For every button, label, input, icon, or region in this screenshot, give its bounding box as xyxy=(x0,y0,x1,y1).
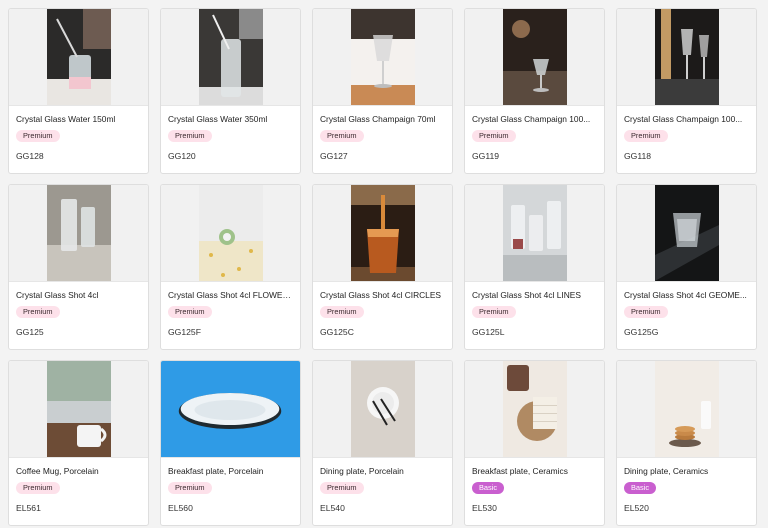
product-card[interactable]: Crystal Glass Champaign 70ml Premium GG1… xyxy=(312,8,453,174)
product-card[interactable]: Crystal Glass Shot 4cl CIRCLES Premium G… xyxy=(312,184,453,350)
product-title: Dining plate, Ceramics xyxy=(624,466,709,476)
product-title: Breakfast plate, Porcelain xyxy=(168,466,264,476)
product-card[interactable]: Dining plate, Ceramics Basic EL520 xyxy=(616,360,757,526)
product-image-area xyxy=(161,185,300,282)
product-sku: GG125 xyxy=(16,327,44,337)
product-sku: GG125F xyxy=(168,327,201,337)
product-title: Crystal Glass Shot 4cl GEOME... xyxy=(624,290,747,300)
plate-photo xyxy=(503,361,567,457)
product-title: Crystal Glass Shot 4cl FLOWERS xyxy=(168,290,293,300)
product-title: Crystal Glass Champaign 100... xyxy=(624,114,743,124)
champagne-glass-photo xyxy=(503,9,567,105)
product-image-area xyxy=(465,361,604,458)
product-sku: GG125L xyxy=(472,327,505,337)
product-sku: GG118 xyxy=(624,151,652,161)
product-card[interactable]: Crystal Glass Shot 4cl FLOWERS Premium G… xyxy=(160,184,301,350)
product-title: Crystal Glass Water 150ml xyxy=(16,114,116,124)
product-image-area xyxy=(161,9,300,106)
product-sku: EL520 xyxy=(624,503,649,513)
product-card[interactable]: Breakfast plate, Ceramics Basic EL530 xyxy=(464,360,605,526)
product-tier-badge: Premium xyxy=(168,130,212,142)
product-sku: GG125G xyxy=(624,327,659,337)
product-tier-badge: Basic xyxy=(624,482,657,494)
product-sku: EL561 xyxy=(16,503,41,513)
shot-glass-photo xyxy=(199,185,263,281)
product-tier-badge: Premium xyxy=(624,306,668,318)
coffee-mug-photo xyxy=(47,361,111,457)
champagne-glass-photo xyxy=(655,9,719,105)
product-title: Crystal Glass Champaign 70ml xyxy=(320,114,436,124)
product-tier-badge: Premium xyxy=(320,482,364,494)
product-sku: EL530 xyxy=(472,503,497,513)
product-image-area xyxy=(617,361,756,458)
shot-glass-photo xyxy=(655,185,719,281)
product-tier-badge: Premium xyxy=(320,306,364,318)
product-title: Coffee Mug, Porcelain xyxy=(16,466,99,476)
product-card[interactable]: Crystal Glass Champaign 100... Premium G… xyxy=(464,8,605,174)
product-card[interactable]: Crystal Glass Water 150ml Premium GG128 xyxy=(8,8,149,174)
product-image-area xyxy=(617,9,756,106)
product-title: Crystal Glass Shot 4cl LINES xyxy=(472,290,581,300)
product-sku: GG119 xyxy=(472,151,500,161)
product-tier-badge: Premium xyxy=(168,482,212,494)
product-image-area xyxy=(313,185,452,282)
product-title: Dining plate, Porcelain xyxy=(320,466,404,476)
product-image-area xyxy=(9,361,148,458)
product-title: Crystal Glass Shot 4cl xyxy=(16,290,99,300)
product-image-area xyxy=(465,185,604,282)
product-image-area xyxy=(617,185,756,282)
product-title: Crystal Glass Shot 4cl CIRCLES xyxy=(320,290,442,300)
product-tier-badge: Premium xyxy=(16,130,60,142)
product-tier-badge: Premium xyxy=(472,130,516,142)
glass-water-photo xyxy=(47,9,111,105)
product-grid: Crystal Glass Water 150ml Premium GG128 … xyxy=(0,0,768,528)
champagne-glass-photo xyxy=(351,9,415,105)
product-tier-badge: Premium xyxy=(472,306,516,318)
product-image-area xyxy=(161,361,300,458)
shot-glass-photo xyxy=(47,185,111,281)
product-sku: GG120 xyxy=(168,151,196,161)
product-sku: EL560 xyxy=(168,503,193,513)
product-title: Breakfast plate, Ceramics xyxy=(472,466,568,476)
product-image-area xyxy=(313,9,452,106)
product-card[interactable]: Crystal Glass Shot 4cl LINES Premium GG1… xyxy=(464,184,605,350)
product-image-area xyxy=(9,9,148,106)
glass-water-photo xyxy=(199,9,263,105)
product-tier-badge: Premium xyxy=(320,130,364,142)
product-image-area xyxy=(313,361,452,458)
product-card[interactable]: Dining plate, Porcelain Premium EL540 xyxy=(312,360,453,526)
plate-photo xyxy=(655,361,719,457)
product-tier-badge: Premium xyxy=(624,130,668,142)
product-card[interactable]: Crystal Glass Water 350ml Premium GG120 xyxy=(160,8,301,174)
product-sku: EL540 xyxy=(320,503,345,513)
shot-glass-photo xyxy=(503,185,567,281)
plate-photo xyxy=(161,361,300,457)
product-image-area xyxy=(465,9,604,106)
product-tier-badge: Premium xyxy=(16,306,60,318)
plate-photo xyxy=(351,361,415,457)
product-sku: GG127 xyxy=(320,151,348,161)
product-card[interactable]: Crystal Glass Shot 4cl Premium GG125 xyxy=(8,184,149,350)
product-sku: GG128 xyxy=(16,151,44,161)
product-tier-badge: Premium xyxy=(16,482,60,494)
product-card[interactable]: Crystal Glass Shot 4cl GEOME... Premium … xyxy=(616,184,757,350)
product-card[interactable]: Coffee Mug, Porcelain Premium EL561 xyxy=(8,360,149,526)
shot-glass-photo xyxy=(351,185,415,281)
product-card[interactable]: Crystal Glass Champaign 100... Premium G… xyxy=(616,8,757,174)
product-tier-badge: Basic xyxy=(472,482,505,494)
product-tier-badge: Premium xyxy=(168,306,212,318)
product-title: Crystal Glass Water 350ml xyxy=(168,114,268,124)
product-sku: GG125C xyxy=(320,327,354,337)
product-card[interactable]: Breakfast plate, Porcelain Premium EL560 xyxy=(160,360,301,526)
product-image-area xyxy=(9,185,148,282)
product-title: Crystal Glass Champaign 100... xyxy=(472,114,591,124)
